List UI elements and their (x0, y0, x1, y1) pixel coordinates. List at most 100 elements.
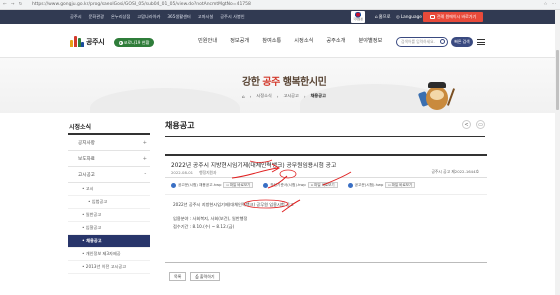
language-label: Language (400, 14, 422, 20)
attachment-name[interactable]: 공고문(시험).hwp (355, 183, 384, 188)
site-header: 공주시 ✚ 코로나19 현황 민원안내 정보공개 참여소통 시정소식 공주소개 … (0, 24, 560, 58)
plus-icon: + (142, 140, 147, 146)
breadcrumb-item[interactable]: 시정소식 (256, 93, 271, 99)
sidebar-item-label: 고시공고 (78, 172, 95, 178)
sidebar-item-label: 보도자료 (78, 156, 95, 162)
utility-link[interactable]: 공주시 (70, 14, 82, 20)
quick-search-button[interactable]: 빠른 검색 (451, 37, 473, 47)
post-view: 2022년 공주시 지방현시임기제(대체인력뱅크) 공무원임용시험 공고 202… (165, 154, 487, 263)
utility-bar: 공주시 문화관광 온누리상점 고맙나라아카 365생활센터 고마시설 공주시 사… (0, 10, 560, 24)
post-body: 2022년 공주시 지방현시임기제(대체인력뱅크) 공무원 임용시험 공고 임용… (173, 201, 294, 231)
file-view-label: 파일 바로보기 (229, 182, 251, 187)
national-emblem[interactable]: 국가상징 (351, 11, 365, 23)
file-icon (347, 182, 353, 188)
mascot-character (417, 78, 458, 112)
sidebar-item-press[interactable]: 보도자료 + (68, 151, 150, 167)
sidebar-subitem-notice[interactable]: • 고시 (68, 183, 150, 196)
chevron-up-icon: ⌃ (143, 172, 147, 177)
globe-icon: ◎ (396, 14, 400, 20)
nav-item[interactable]: 참여소통 (262, 37, 281, 44)
attachment-name[interactable]: 공고문(시험) 채용공고.hwp (178, 183, 221, 188)
utility-link[interactable]: 온누리상점 (111, 14, 130, 20)
search-placeholder: 검색어를 입력하세요. (401, 39, 435, 44)
nav-item[interactable]: 시정소식 (294, 37, 313, 44)
sidebar-subitem-archive[interactable]: • 2013년 이전 고시공고 (68, 261, 150, 274)
slogan-part: 행복한시민 (279, 77, 327, 88)
view-icon: ▫ (388, 183, 391, 187)
star-icon[interactable]: ☆ (543, 2, 547, 7)
slogan-accent: 공주 (262, 77, 280, 88)
printer-icon: ⎙ (195, 274, 199, 279)
file-view-button[interactable]: ▫ 파일 바로보기 (223, 182, 254, 188)
hamburger-icon[interactable] (477, 39, 485, 45)
post-body-line: 2022년 공주시 지방현시임기제(대체인력뱅크) 공무원 임용시험 공고 (173, 202, 294, 207)
print-icon[interactable]: ▭ (476, 120, 485, 129)
covid-status-button[interactable]: ✚ 코로나19 현황 (114, 38, 154, 47)
page-title: 채용공고 (165, 121, 195, 130)
sidebar-subitem-bid[interactable]: • 입찰공고 (68, 222, 150, 235)
nav-item[interactable]: 민원안내 (198, 37, 217, 44)
utility-link[interactable]: 공주시 사봉인 (220, 14, 244, 20)
sidebar-subitem-general[interactable]: • 일반공고 (68, 209, 150, 222)
sidebar-item-notice[interactable]: 공지사항 + (68, 135, 150, 151)
language-select[interactable]: ◎ Language ▾ (396, 10, 425, 24)
file-view-button[interactable]: ▫ 파일 바로보기 (385, 182, 416, 188)
post-date: 2022-08-01 (171, 170, 194, 175)
covid-label: 코로나19 현황 (123, 39, 150, 45)
breadcrumb-item[interactable]: 고시공고 (283, 93, 298, 99)
sidebar-subitem-legislation[interactable]: • 입법공고 (68, 196, 150, 209)
file-icon (263, 182, 269, 188)
list-button[interactable]: 목록 (169, 272, 187, 281)
print-button[interactable]: ⎙ 출력하기 (190, 272, 220, 281)
scrollbar-thumb[interactable] (556, 50, 559, 110)
address-bar[interactable]: https://www.gongju.go.kr/prog/saeolGosi/… (28, 1, 520, 8)
page-scrollbar[interactable] (555, 10, 560, 295)
main-navigation: 민원안내 정보공개 참여소통 시정소식 공주소개 분야별정보 (198, 37, 382, 44)
visual-banner: 강한 공주 행복한시민 ⌂ › 시정소식 › 고시공고 › 채용공고 (0, 58, 560, 113)
utility-link[interactable]: 고맙나라아카 (137, 14, 160, 20)
back-icon[interactable]: ← (3, 2, 7, 7)
file-view-label: 파일 바로보기 (391, 182, 413, 187)
banner-slogan: 강한 공주 행복한시민 (242, 73, 327, 88)
nav-item[interactable]: 분야별정보 (358, 37, 382, 44)
refresh-icon[interactable]: ↻ (19, 2, 23, 7)
home-label: 홈으로 (378, 15, 391, 20)
breadcrumb-separator: › (276, 93, 279, 99)
nav-item[interactable]: 정보공개 (230, 37, 249, 44)
plus-icon: + (142, 156, 147, 162)
logo-mark-icon (70, 36, 84, 47)
main-content: 채용공고 < ▭ 2022년 공주시 지방현시임기제(대체인력뱅크) 공무원임용… (165, 113, 490, 295)
attachment-name[interactable]: 작성기준서(시험).hwp (270, 183, 306, 188)
forward-icon[interactable]: → (11, 2, 15, 7)
nav-item[interactable]: 공주소개 (326, 37, 345, 44)
petition-button[interactable]: 전례 원에이시 바로가기 (423, 12, 483, 22)
post-department: 행정지원과 (199, 170, 217, 175)
breadcrumb-separator: › (303, 93, 306, 99)
home-link[interactable]: ⌂ 홈으로 (375, 10, 391, 24)
site-logo[interactable]: 공주시 (70, 36, 105, 47)
sidebar-item-announcements[interactable]: 고시공고 ⌃ (68, 167, 150, 183)
post-meta: 2022-08-01 행정지원과 (171, 170, 217, 176)
sidebar-subitem-privacy[interactable]: • 개인정보 제3자제공 (68, 248, 150, 261)
breadcrumb-current: 채용공고 (310, 93, 326, 98)
breadcrumb-home-icon[interactable]: ⌂ (242, 94, 245, 99)
share-icon[interactable]: < (462, 120, 471, 129)
post-divider (165, 177, 487, 178)
sidebar-menu: 공지사항 + 보도자료 + 고시공고 ⌃ • 고시 • 입법공고 • 일반공고 … (68, 135, 150, 274)
file-view-button[interactable]: ▫ 파일 바로보기 (307, 182, 338, 188)
utility-link[interactable]: 고마시설 (198, 14, 213, 20)
attachment-item: 작성기준서(시험).hwp ▫ 파일 바로보기 (263, 182, 338, 188)
search-input[interactable]: 검색어를 입력하세요. (396, 37, 448, 47)
post-actions: 목록 ⎙ 출력하기 (169, 272, 220, 281)
virus-icon: ✚ (118, 40, 123, 45)
extensions-icon[interactable]: ⋯ (552, 2, 557, 7)
post-divider (165, 194, 487, 195)
utility-link[interactable]: 문화관광 (89, 14, 104, 20)
emblem-label: 국가상징 (353, 17, 363, 21)
sidebar-subitem-recruit[interactable]: • 채용공고 (68, 235, 150, 248)
browser-actions: ☆ ⋯ (520, 2, 560, 7)
search-icon[interactable] (440, 39, 445, 44)
file-icon (171, 182, 176, 188)
petition-label: 전례 원에이시 바로가기 (436, 14, 477, 19)
utility-link[interactable]: 365생활센터 (167, 14, 190, 20)
